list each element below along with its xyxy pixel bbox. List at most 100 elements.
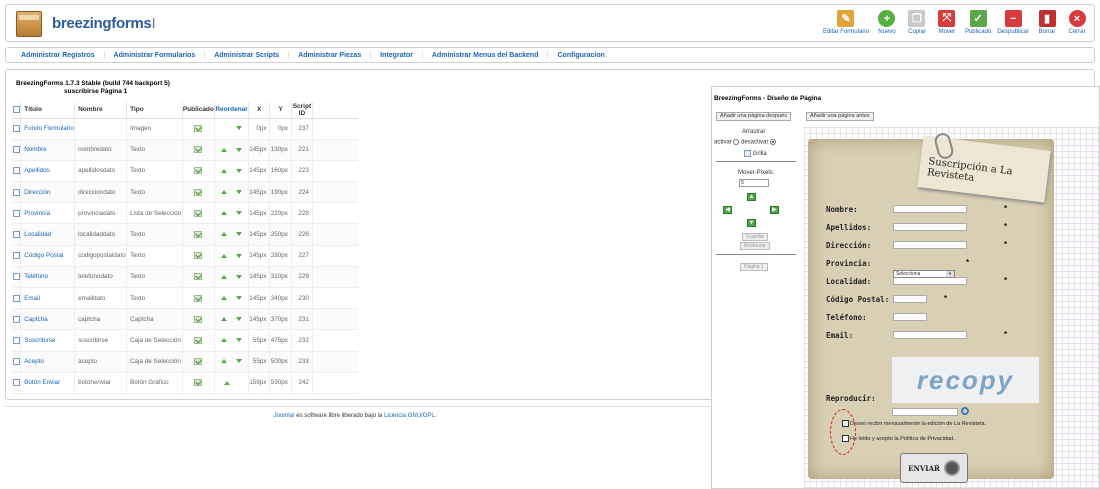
title-cell[interactable]: Provincia [20,202,76,225]
move-up-icon[interactable] [221,211,228,216]
move-up-icon[interactable] [221,168,228,173]
row-checkbox[interactable] [12,358,20,366]
move-pixels-input[interactable]: 5 [739,179,769,187]
title-cell[interactable]: Nombre [20,139,76,161]
move-up-icon[interactable] [221,317,228,322]
move-up-icon[interactable] [224,380,231,385]
row-checkbox[interactable] [12,273,20,281]
column-header[interactable]: Reordenar [214,102,249,119]
activate-radio[interactable] [733,139,740,145]
nuevo-button[interactable]: + Nuevo [872,10,902,35]
published-icon[interactable] [194,252,203,260]
form-input[interactable] [893,313,927,321]
published-cell[interactable] [182,160,216,183]
move-up-icon[interactable] [221,189,228,194]
published-icon[interactable] [194,315,203,323]
page-button[interactable]: Página 1 [740,263,768,271]
published-icon[interactable] [194,167,203,175]
published-icon[interactable] [194,294,203,302]
move-up-icon[interactable] [221,147,228,152]
published-cell[interactable] [182,308,216,331]
move-down-icon[interactable] [236,126,243,131]
move-down-button[interactable]: ▼ [747,219,756,227]
published-cell[interactable] [182,266,216,289]
row-checkbox[interactable] [12,294,20,302]
row-checkbox[interactable] [12,209,20,217]
mover-button[interactable]: ⤧ Mover [932,10,962,35]
joomla-link[interactable]: Joomla! [274,413,295,419]
menu-item[interactable]: Administrar Menus del Backend [423,51,549,59]
title-cell[interactable]: Acepto [20,351,76,373]
move-down-icon[interactable] [236,274,243,279]
deactivate-radio[interactable] [770,139,777,145]
borrar-button[interactable]: ▮ Borrar [1032,10,1062,35]
move-up-icon[interactable] [221,295,228,300]
move-up-icon[interactable] [221,253,228,258]
send-button[interactable]: ENVIAR [900,453,968,483]
published-cell[interactable] [182,245,216,267]
move-right-button[interactable]: ▶ [770,206,779,214]
published-cell[interactable] [182,287,216,310]
move-down-icon[interactable] [236,147,243,152]
add-page-after-button[interactable]: Añadir una página después [716,112,791,121]
move-down-icon[interactable] [236,232,243,237]
cerrar-button[interactable]: × Cerrar [1062,10,1092,35]
row-checkbox[interactable] [12,188,20,196]
title-cell[interactable]: Apellidos [20,160,76,183]
move-up-icon[interactable] [221,359,228,364]
publicado-button[interactable]: ✓ Publicado [962,10,994,35]
form-input[interactable] [893,223,967,231]
move-down-icon[interactable] [236,168,243,173]
published-cell[interactable] [182,181,216,204]
copiar-button[interactable]: ❐ Copiar [902,10,932,35]
move-up-button[interactable]: ▲ [747,193,756,201]
published-cell[interactable] [182,223,216,246]
move-up-icon[interactable] [221,274,228,279]
move-down-icon[interactable] [236,189,243,194]
published-cell[interactable] [182,329,216,352]
form-input[interactable] [893,205,967,213]
published-cell[interactable] [182,202,216,225]
move-up-icon[interactable] [221,232,228,237]
move-left-button[interactable]: ◀ [723,206,732,214]
row-checkbox[interactable] [12,230,20,238]
published-icon[interactable] [194,379,203,387]
move-down-icon[interactable] [236,317,243,322]
grid-checkbox[interactable] [744,150,751,157]
row-checkbox[interactable] [12,146,20,154]
move-down-icon[interactable] [236,295,243,300]
despublicar-button[interactable]: − Despublicar [994,10,1032,35]
license-link[interactable]: Licencia GNU/GPL. [384,413,436,419]
published-icon[interactable] [194,188,203,196]
restore-button[interactable]: Restaurar [740,242,770,250]
menu-item[interactable]: Integrator [371,51,423,59]
published-cell[interactable] [182,139,216,161]
form-input[interactable] [893,295,927,303]
menu-item[interactable]: Administrar Registros [12,51,105,59]
row-checkbox[interactable] [12,125,20,132]
menu-item[interactable]: Configuracion [548,52,613,59]
title-cell[interactable]: Captcha [20,308,76,331]
published-icon[interactable] [194,358,203,366]
editar-formulario-button[interactable]: ✎ Editar Formulario [820,10,872,35]
row-checkbox[interactable] [12,167,20,175]
published-cell[interactable] [182,351,216,373]
published-icon[interactable] [194,209,203,217]
move-down-icon[interactable] [236,211,243,216]
published-icon[interactable] [194,146,203,154]
row-checkbox[interactable] [12,379,20,387]
published-icon[interactable] [194,230,203,238]
save-button[interactable]: Guardar [742,233,769,241]
move-up-icon[interactable] [221,338,228,343]
published-cell[interactable] [182,118,216,140]
title-cell[interactable]: Botón Enviar [20,372,76,394]
title-cell[interactable]: Código Postal [20,245,76,267]
form-input[interactable] [893,277,967,285]
menu-item[interactable]: Administrar Piezas [289,51,372,59]
published-icon[interactable] [194,273,203,281]
row-checkbox[interactable] [12,336,20,344]
select-all-checkbox[interactable] [12,106,20,114]
row-checkbox[interactable] [12,252,20,260]
add-page-before-button[interactable]: Añadir una página antes [806,112,874,121]
menu-item[interactable]: Administrar Formularios [105,51,206,59]
